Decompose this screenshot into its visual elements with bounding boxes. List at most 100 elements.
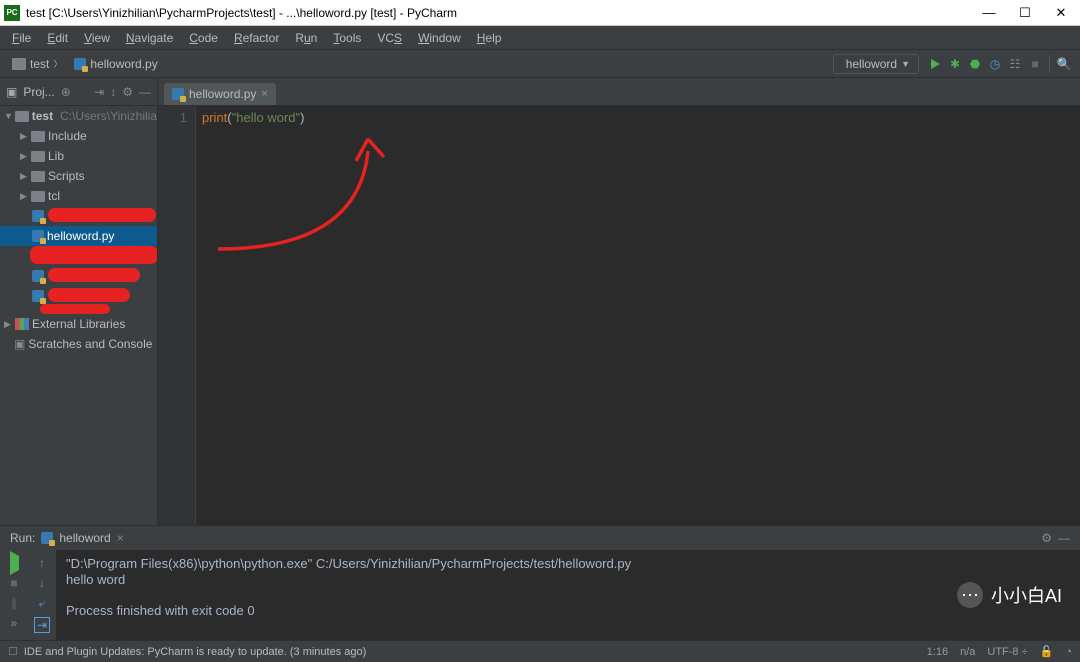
menu-edit[interactable]: Edit: [41, 29, 74, 47]
redaction-mark: [48, 208, 156, 222]
pycharm-icon: PC: [4, 5, 20, 21]
project-sidebar: ▣ Proj... ⊕ ⇥ ↕ ⚙ — ▼ test C:\Users\Yini…: [0, 78, 158, 525]
search-button[interactable]: 🔍: [1054, 54, 1074, 74]
main-area: ▣ Proj... ⊕ ⇥ ↕ ⚙ — ▼ test C:\Users\Yini…: [0, 78, 1080, 525]
status-message[interactable]: IDE and Plugin Updates: PyCharm is ready…: [24, 646, 366, 658]
coverage-button[interactable]: ⬣: [965, 54, 985, 74]
editor-area: helloword.py × 1 print("hello word"): [158, 78, 1080, 525]
project-tree[interactable]: ▼ test C:\Users\Yinizhilia ▶Include ▶Lib…: [0, 106, 157, 525]
inspect-icon[interactable]: ◔: [1065, 646, 1072, 658]
rerun-button[interactable]: [10, 556, 19, 570]
hide-panel-icon[interactable]: —: [1058, 531, 1070, 545]
attach-button[interactable]: ☷: [1005, 54, 1025, 74]
project-panel-title: Proj...: [23, 85, 54, 99]
soft-wrap-button[interactable]: ⤶: [39, 596, 46, 611]
status-line-sep[interactable]: n/a: [960, 646, 975, 658]
status-bar: ☐ IDE and Plugin Updates: PyCharm is rea…: [0, 640, 1080, 662]
watermark-badge: ⋯ 小小白AI: [957, 582, 1062, 608]
token-keyword: print: [202, 110, 227, 125]
menu-tools[interactable]: Tools: [327, 29, 367, 47]
tree-root[interactable]: ▼ test C:\Users\Yinizhilia: [0, 106, 157, 126]
run-panel: Run: helloword × ⚙ — ■ ∥ » ↑ ↓ ⤶ ⇥ "D:\P…: [0, 525, 1080, 640]
separator: [1049, 55, 1050, 73]
tree-folder[interactable]: ▶Lib: [0, 146, 157, 166]
debug-button[interactable]: ✱: [945, 54, 965, 74]
tree-file-selected[interactable]: helloword.py: [0, 226, 157, 246]
run-config-selector[interactable]: helloword ▼: [833, 54, 919, 74]
up-button[interactable]: ↑: [39, 556, 45, 570]
breadcrumb-file[interactable]: helloword.py: [68, 55, 163, 73]
external-libs-label: External Libraries: [32, 317, 125, 331]
close-tab-icon[interactable]: ×: [261, 88, 267, 100]
gear-icon[interactable]: ⚙: [1041, 531, 1052, 545]
line-gutter: 1: [158, 106, 196, 525]
menu-code[interactable]: Code: [183, 29, 224, 47]
breadcrumb-file-label: helloword.py: [90, 57, 157, 71]
nav-bar: test 〉 helloword.py helloword ▼ ✱ ⬣ ◷ ☷ …: [0, 50, 1080, 78]
menu-navigate[interactable]: Navigate: [120, 29, 179, 47]
python-file-icon: [74, 58, 86, 70]
folder-icon: [31, 131, 45, 142]
folder-icon: [31, 151, 45, 162]
tree-external-libs[interactable]: ▶External Libraries: [0, 314, 157, 334]
redaction-mark: [40, 304, 110, 314]
menu-view[interactable]: View: [78, 29, 116, 47]
tree-folder-label: Lib: [48, 149, 64, 163]
play-icon: [931, 59, 940, 69]
run-output[interactable]: "D:\Program Files(x86)\python\python.exe…: [56, 550, 1080, 640]
python-file-icon: [32, 270, 44, 282]
profile-button[interactable]: ◷: [985, 54, 1005, 74]
notifications-icon[interactable]: ☐: [8, 645, 18, 658]
stop-run-button[interactable]: ■: [10, 576, 17, 590]
folder-icon: [31, 191, 45, 202]
python-file-icon: [41, 532, 53, 544]
menu-file[interactable]: File: [6, 29, 37, 47]
code-text[interactable]: print("hello word"): [196, 106, 304, 525]
line-number: 1: [158, 110, 187, 125]
run-toolbar: ■ ∥ » ↑ ↓ ⤶ ⇥: [0, 550, 56, 640]
scroll-end-button[interactable]: ⇥: [34, 617, 50, 633]
chevron-right-icon: 〉: [53, 57, 62, 70]
python-file-icon: [32, 210, 44, 222]
tree-folder-label: Scripts: [48, 169, 85, 183]
project-panel-header[interactable]: ▣ Proj... ⊕ ⇥ ↕ ⚙ —: [0, 78, 157, 106]
expand-button[interactable]: »: [11, 616, 18, 630]
redaction-mark: [30, 246, 157, 264]
menu-help[interactable]: Help: [471, 29, 508, 47]
play-icon: [10, 551, 19, 575]
python-file-icon: [32, 230, 44, 242]
stop-button[interactable]: ■: [1025, 54, 1045, 74]
menu-vcs[interactable]: VCS: [371, 29, 408, 47]
menu-refactor[interactable]: Refactor: [228, 29, 285, 47]
redaction-mark: [48, 288, 130, 302]
tree-folder[interactable]: ▶tcl: [0, 186, 157, 206]
folder-icon: [15, 111, 29, 122]
tree-folder-label: Include: [48, 129, 87, 143]
tree-folder[interactable]: ▶Include: [0, 126, 157, 146]
code-editor[interactable]: 1 print("hello word"): [158, 106, 1080, 525]
run-panel-header[interactable]: Run: helloword × ⚙ —: [0, 526, 1080, 550]
folder-icon: [12, 58, 26, 70]
tree-folder[interactable]: ▶Scripts: [0, 166, 157, 186]
python-file-icon: [32, 290, 44, 302]
status-caret-pos[interactable]: 1:16: [927, 646, 948, 658]
minimize-button[interactable]: —: [982, 5, 996, 21]
python-file-icon: [172, 88, 184, 100]
tree-scratches[interactable]: ▣Scratches and Console: [0, 334, 157, 354]
status-encoding[interactable]: UTF-8 ÷: [987, 646, 1027, 658]
editor-tab-label: helloword.py: [189, 87, 256, 101]
chevron-down-icon: ▼: [901, 59, 910, 69]
run-panel-label: Run:: [10, 531, 35, 545]
run-button[interactable]: [925, 54, 945, 74]
menu-run[interactable]: Run: [289, 29, 323, 47]
breadcrumb-project[interactable]: test 〉: [6, 55, 68, 73]
close-button[interactable]: ✕: [1054, 5, 1068, 21]
run-line: Process finished with exit code 0: [66, 603, 255, 618]
readonly-icon[interactable]: 🔓: [1040, 645, 1054, 658]
run-panel-name: helloword: [59, 531, 110, 545]
menu-window[interactable]: Window: [412, 29, 467, 47]
down-button[interactable]: ↓: [39, 576, 45, 590]
pause-button[interactable]: ∥: [11, 596, 17, 610]
maximize-button[interactable]: ☐: [1018, 5, 1032, 21]
editor-tab[interactable]: helloword.py ×: [164, 83, 276, 105]
